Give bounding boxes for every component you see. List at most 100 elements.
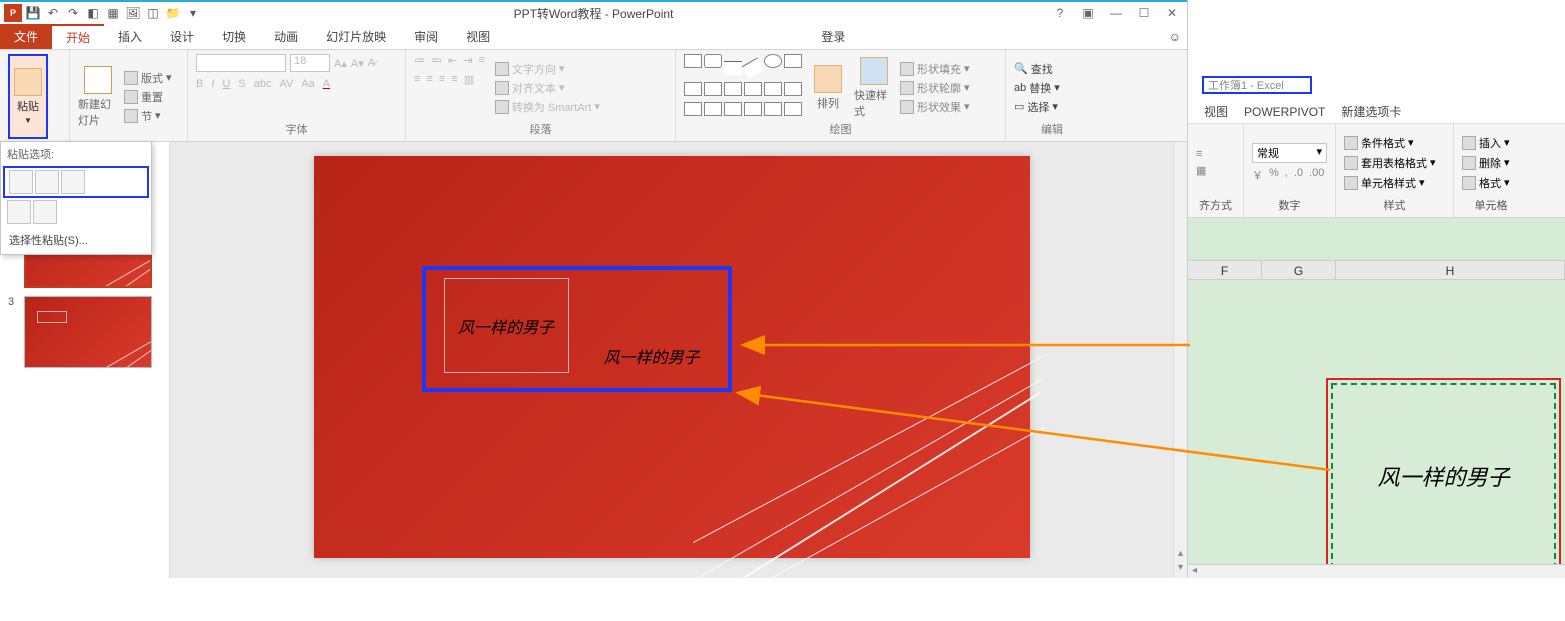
col-header-f[interactable]: F (1188, 261, 1262, 279)
qat-icon-4[interactable]: ◫ (144, 4, 162, 22)
excel-horizontal-scrollbar[interactable]: ◂ (1188, 564, 1565, 578)
align-right-icon[interactable]: ≡ (439, 73, 445, 86)
justify-icon[interactable]: ≡ (451, 73, 457, 86)
columns-icon[interactable]: ▥ (464, 73, 474, 86)
dec-decimal-icon[interactable]: .00 (1309, 167, 1324, 183)
excel-worksheet[interactable]: F G H 风一样的男子 ◂ (1188, 218, 1565, 578)
align-left-icon[interactable]: ≡ (414, 73, 420, 86)
col-header-g[interactable]: G (1262, 261, 1336, 279)
col-header-h[interactable]: H (1336, 261, 1565, 279)
redo-icon[interactable]: ↷ (64, 4, 82, 22)
paste-option-2[interactable] (35, 170, 59, 194)
currency-icon[interactable]: ￥ (1252, 167, 1263, 183)
table-format-button[interactable]: 套用表格格式 ▾ (1344, 155, 1445, 171)
pasted-object-box[interactable]: 风一样的男子 (444, 278, 569, 373)
excel-format-button[interactable]: 格式 ▾ (1462, 175, 1520, 191)
shapes-gallery[interactable] (684, 54, 802, 121)
qat-icon-2[interactable]: ▦ (104, 4, 122, 22)
cond-format-button[interactable]: 条件格式 ▾ (1344, 135, 1445, 151)
close-icon[interactable]: ✕ (1161, 4, 1183, 22)
font-size-select[interactable]: 18 (290, 54, 330, 72)
shape-fill-button[interactable]: 形状填充 ▾ (900, 61, 970, 77)
arrange-button[interactable]: 排列 (808, 54, 848, 121)
sign-in[interactable]: 登录 (811, 24, 855, 49)
reset-button[interactable]: 重置 (124, 89, 172, 105)
underline-button[interactable]: U (222, 78, 230, 90)
numbering-icon[interactable]: ≕ (431, 54, 442, 67)
strike-button[interactable]: abc (254, 78, 272, 90)
shape-effects-button[interactable]: 形状效果 ▾ (900, 99, 970, 115)
slide-thumb-3[interactable]: 3 (0, 292, 169, 372)
paste-option-5[interactable] (33, 200, 57, 224)
paste-option-3[interactable] (61, 170, 85, 194)
cell-style-button[interactable]: 单元格样式 ▾ (1344, 175, 1445, 191)
number-format-select[interactable]: 常规▾ (1252, 143, 1327, 163)
excel-insert-button[interactable]: 插入 ▾ (1462, 135, 1520, 151)
paste-option-4[interactable] (7, 200, 31, 224)
ribbon-options-icon[interactable]: ▣ (1077, 4, 1099, 22)
excel-tab-powerpivot[interactable]: POWERPIVOT (1244, 105, 1325, 119)
quick-styles-button[interactable]: 快速样式 (854, 54, 894, 121)
paste-option-1[interactable] (9, 170, 33, 194)
shape-outline-button[interactable]: 形状轮廓 ▾ (900, 80, 970, 96)
qat-icon-3[interactable]: 🖼 (124, 4, 142, 22)
italic-button[interactable]: I (211, 78, 214, 90)
bold-button[interactable]: B (196, 78, 203, 90)
minimize-icon[interactable]: — (1105, 4, 1127, 22)
percent-icon[interactable]: % (1269, 167, 1279, 183)
bullets-icon[interactable]: ≔ (414, 54, 425, 67)
text-direction-button[interactable]: 文字方向 ▾ (495, 61, 600, 77)
prev-slide-icon[interactable]: ▴ (1174, 548, 1187, 562)
vertical-scrollbar[interactable]: ▴ ▾ (1173, 142, 1187, 578)
excel-delete-button[interactable]: 删除 ▾ (1462, 155, 1520, 171)
qat-icon-1[interactable]: ◧ (84, 4, 102, 22)
align-center-icon[interactable]: ≡ (426, 73, 432, 86)
paste-special-button[interactable]: 选择性粘贴(S)... (1, 226, 151, 254)
replace-button[interactable]: ab替换 ▾ (1014, 80, 1060, 96)
select-button[interactable]: ▭选择 ▾ (1014, 99, 1060, 115)
find-button[interactable]: 🔍查找 (1014, 61, 1060, 77)
qat-dropdown-icon[interactable]: ▾ (184, 4, 202, 22)
grow-font-icon[interactable]: A▴ (334, 57, 347, 70)
shrink-font-icon[interactable]: A▾ (351, 57, 364, 70)
tab-review[interactable]: 审阅 (400, 24, 452, 49)
emoji-icon[interactable]: ☺ (1163, 24, 1187, 49)
tab-home[interactable]: 开始 (52, 24, 104, 49)
font-color-button[interactable]: A (323, 78, 330, 90)
help-icon[interactable]: ? (1049, 4, 1071, 22)
tab-view[interactable]: 视图 (452, 24, 504, 49)
layout-button[interactable]: 版式 ▾ (124, 70, 172, 86)
maximize-icon[interactable]: ☐ (1133, 4, 1155, 22)
new-slide-button[interactable]: 新建幻灯片 (78, 54, 118, 139)
font-family-select[interactable] (196, 54, 286, 72)
tab-insert[interactable]: 插入 (104, 24, 156, 49)
smartart-button[interactable]: 转换为 SmartArt ▾ (495, 99, 600, 115)
indent-inc-icon[interactable]: ⇥ (463, 54, 472, 67)
next-slide-icon[interactable]: ▾ (1174, 562, 1187, 576)
align-text-button[interactable]: 对齐文本 ▾ (495, 80, 600, 96)
wrap-text-icon[interactable]: ≡ (1196, 148, 1235, 160)
tab-file[interactable]: 文件 (0, 24, 52, 49)
undo-icon[interactable]: ↶ (44, 4, 62, 22)
case-button[interactable]: Aa (301, 78, 314, 90)
shadow-button[interactable]: S (238, 78, 245, 90)
tab-slideshow[interactable]: 幻灯片放映 (312, 24, 400, 49)
excel-tab-view[interactable]: 视图 (1204, 103, 1228, 120)
qat-icon-5[interactable]: 📁 (164, 4, 182, 22)
comma-icon[interactable]: , (1285, 167, 1288, 183)
paste-button[interactable]: 粘贴 ▼ (8, 54, 48, 139)
indent-dec-icon[interactable]: ⇤ (448, 54, 457, 67)
cells-area[interactable]: 风一样的男子 (1188, 280, 1565, 564)
spacing-button[interactable]: AV (279, 78, 293, 90)
section-button[interactable]: 节 ▾ (124, 108, 172, 124)
line-spacing-icon[interactable]: ≡ (478, 54, 484, 67)
excel-tab-newtab[interactable]: 新建选项卡 (1341, 103, 1401, 120)
slide-editor[interactable]: 风一样的男子 风一样的男子 (170, 142, 1173, 578)
inc-decimal-icon[interactable]: .0 (1294, 167, 1303, 183)
clear-format-icon[interactable]: A̷ (368, 57, 375, 69)
tab-design[interactable]: 设计 (156, 24, 208, 49)
merge-icon[interactable]: ▦ (1196, 164, 1235, 177)
tab-animations[interactable]: 动画 (260, 24, 312, 49)
save-icon[interactable]: 💾 (24, 4, 42, 22)
tab-transitions[interactable]: 切换 (208, 24, 260, 49)
